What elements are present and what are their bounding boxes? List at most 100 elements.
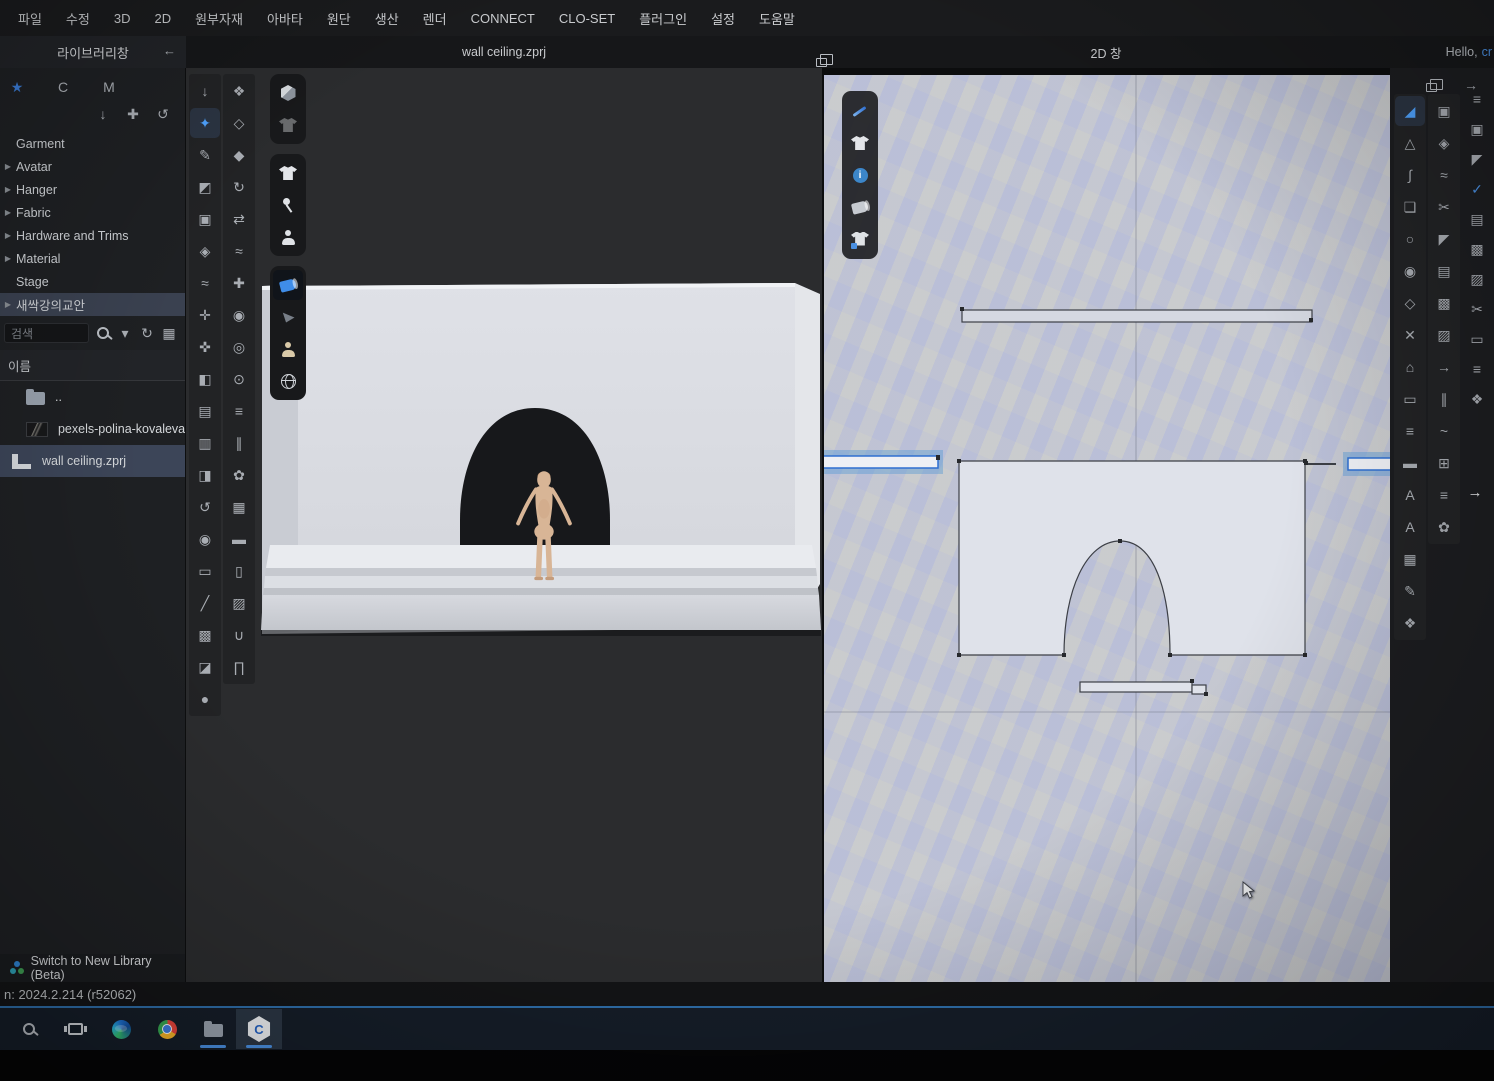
download-icon[interactable]: ↓ [91,104,115,124]
panel-menu-icon[interactable]: ≡ [1464,86,1490,112]
mini-box-icon[interactable]: ▭ [1464,326,1490,352]
free-sewing-2d-icon[interactable]: ≈ [1429,160,1459,190]
segment-sewing-2d-icon[interactable]: ◈ [1429,128,1459,158]
tab-library-window[interactable]: 라이브러리창 ← [0,36,186,68]
menu-item[interactable]: 도움말 [747,9,807,28]
viewport-3d[interactable]: ↓ ✦ ✎ ◩ ▣ ◈ ≈ ✛ ✜ ◧ ▤ ▥ ◨ ↺ ◉ [186,68,822,982]
avatar-tape-icon[interactable]: ◉ [190,524,220,554]
expand-panel-arrow-icon[interactable]: → [1464,484,1486,501]
transform-pattern-icon[interactable]: ◢ [1395,96,1425,126]
sewing-machine-icon[interactable]: ▣ [190,204,220,234]
file-explorer-icon[interactable] [190,1009,236,1049]
show-fabric-2d-icon[interactable] [845,192,875,222]
clo-app-icon[interactable] [236,1009,282,1049]
line-tool-icon[interactable] [845,96,875,126]
task-view-icon[interactable] [52,1009,98,1049]
show-garment-icon[interactable] [273,158,303,188]
reset-arrangement-icon[interactable]: ↺ [190,492,220,522]
hanger-tool-icon[interactable]: ∏ [224,652,254,682]
mini-fabric-icon[interactable]: ▩ [1464,236,1490,262]
select-move-icon[interactable]: ✦ [190,108,220,138]
texture-2d-icon[interactable]: ▨ [1429,320,1459,350]
lock-pattern-icon[interactable] [845,224,875,254]
fold-arrangement-icon[interactable]: ◧ [190,364,220,394]
mini-texture-icon[interactable]: ▨ [1464,266,1490,292]
wave-stitch-icon[interactable]: ~ [1429,416,1459,446]
library-tree-item[interactable]: Stage [0,270,185,293]
trim-2d-icon[interactable]: ✿ [1429,512,1459,542]
show-pins-icon[interactable] [273,190,303,220]
annotation-tool-icon[interactable]: A [1395,512,1425,542]
view-cube-icon[interactable] [273,78,303,108]
mini-sew-icon[interactable]: ▣ [1464,116,1490,142]
library-tree-item[interactable]: ▶ Fabric [0,201,185,224]
text-tool-icon[interactable]: A [1395,480,1425,510]
show-mannequin-icon[interactable] [273,334,303,364]
measure-tape-icon[interactable]: ▭ [190,556,220,586]
pin-tool-icon[interactable]: ✛ [190,300,220,330]
fold-3d-pattern-icon[interactable]: ▤ [1429,256,1459,286]
clo-logo-icon[interactable]: C [50,76,76,98]
menu-item[interactable]: 설정 [699,9,747,28]
simulate-icon[interactable]: ↓ [190,76,220,106]
library-tree-item[interactable]: ▶ Hardware and Trims [0,224,185,247]
drape-garment-icon[interactable]: ▤ [190,396,220,426]
mini-list-icon[interactable]: ≡ [1464,356,1490,382]
edit-texture-2d-icon[interactable]: ✎ [1395,576,1425,606]
mini-garment-icon[interactable]: ▤ [1464,206,1490,232]
dart-tool-icon[interactable]: ◇ [1395,288,1425,318]
menu-item[interactable]: 렌더 [411,9,459,28]
show-environment-icon[interactable] [273,366,303,396]
library-tree-item[interactable]: ▶ 새싹강의교안 [0,293,185,316]
favorite-star-icon[interactable]: ★ [4,76,30,98]
seam-allowance-icon[interactable]: ≡ [1395,416,1425,446]
account-greeting[interactable]: Hello, cr [1446,36,1494,68]
finalize-icon[interactable]: ● [190,684,220,714]
menu-item[interactable]: 원부자재 [183,9,255,28]
piping-icon[interactable]: ▯ [224,556,254,586]
chrome-icon[interactable] [144,1009,190,1049]
confirm-check-icon[interactable]: ✓ [1464,176,1490,202]
md-logo-icon[interactable]: M [96,76,122,98]
refit-garment-icon[interactable]: ◨ [190,460,220,490]
arrangement-point-icon[interactable]: ◇ [224,108,254,138]
add-point-icon[interactable]: ○ [1395,224,1425,254]
menu-item[interactable]: 아바타 [255,9,315,28]
move-garment-icon[interactable]: ▥ [190,428,220,458]
thumbnail-view-icon[interactable]: ▦ [159,323,179,343]
show-arrangement-icon[interactable] [273,302,303,332]
menu-item[interactable]: 생산 [363,9,411,28]
refresh-icon[interactable]: ↻ [137,323,157,343]
menu-item[interactable]: 원단 [315,9,363,28]
search-icon[interactable] [93,323,113,343]
steam-iron-icon[interactable]: ◤ [1429,224,1459,254]
edit-curvature-icon[interactable]: ∫ [1395,160,1425,190]
elastic-shirring-icon[interactable]: ∥ [1429,384,1459,414]
file-row-parent-folder[interactable]: .. [0,381,185,413]
mini-cut-icon[interactable]: ✂ [1464,296,1490,322]
menu-item[interactable]: 3D [102,11,143,26]
grading-grid-icon[interactable]: ▦ [1395,544,1425,574]
texture-garment-icon[interactable]: ▩ [190,620,220,650]
menu-item[interactable]: 플러그인 [627,9,699,28]
button-icon[interactable]: ◉ [224,300,254,330]
account-user-link[interactable]: cr [1482,45,1492,59]
rectangle-tool-icon[interactable]: ▭ [1395,384,1425,414]
mini-iron-icon[interactable]: ◤ [1464,146,1490,172]
collapse-library-icon[interactable]: ← [163,43,176,58]
garment-flip-icon[interactable]: ⇄ [224,204,254,234]
wind-icon[interactable]: ≈ [224,236,254,266]
garment-rotate-icon[interactable]: ↻ [224,172,254,202]
viewport-2d[interactable] [822,75,1390,982]
buttonhole-icon[interactable]: ◎ [224,332,254,362]
menu-item[interactable]: CLO-SET [547,11,627,26]
file-row-image[interactable]: pexels-polina-kovaleva [0,413,185,445]
avatar-walk-icon[interactable]: ❖ [224,76,254,106]
menu-item[interactable]: CONNECT [459,11,547,26]
menu-item[interactable]: 2D [142,11,183,26]
search-filter-icon[interactable]: ▾ [115,323,135,343]
edit-texture-3d-icon[interactable]: ◪ [190,652,220,682]
attach-button-icon[interactable]: ⊙ [224,364,254,394]
switch-new-library-link[interactable]: Switch to New Library (Beta) [0,954,185,982]
ruler-3d-icon[interactable]: ╱ [190,588,220,618]
